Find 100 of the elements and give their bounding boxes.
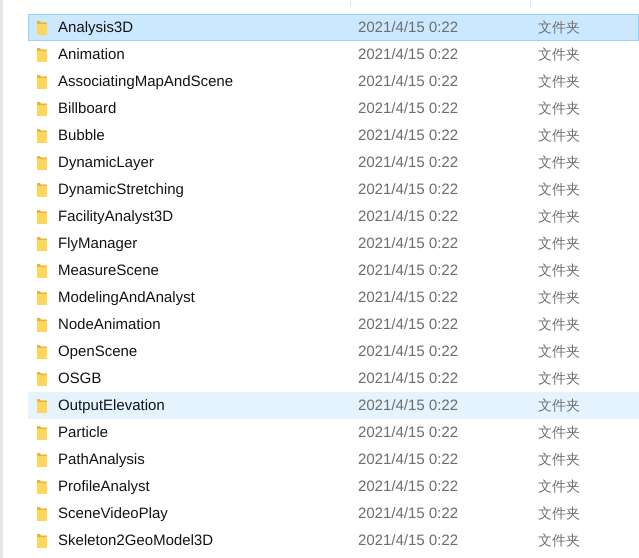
file-name: FlyManager bbox=[58, 235, 138, 252]
file-type: 文件夹 bbox=[538, 478, 580, 496]
file-type: 文件夹 bbox=[538, 316, 580, 334]
modified-date: 2021/4/15 0:22 bbox=[358, 397, 458, 414]
file-name: Skeleton2GeoModel3D bbox=[58, 532, 214, 549]
folder-icon bbox=[36, 154, 48, 170]
folder-icon bbox=[36, 452, 48, 468]
modified-date: 2021/4/15 0:22 bbox=[358, 451, 458, 468]
file-type: 文件夹 bbox=[538, 126, 580, 144]
file-type: 文件夹 bbox=[538, 370, 580, 388]
folder-icon bbox=[36, 398, 48, 414]
file-name: Bubble bbox=[58, 127, 105, 144]
folder-icon bbox=[36, 46, 48, 62]
file-name: PathAnalysis bbox=[58, 451, 145, 468]
folder-icon bbox=[36, 532, 48, 548]
folder-icon bbox=[36, 262, 48, 278]
file-row[interactable]: NodeAnimation 2021/4/15 0:22 文件夹 bbox=[28, 311, 639, 338]
modified-date: 2021/4/15 0:22 bbox=[358, 127, 458, 144]
folder-icon bbox=[36, 74, 48, 90]
modified-date: 2021/4/15 0:22 bbox=[358, 316, 458, 333]
file-type: 文件夹 bbox=[538, 396, 580, 414]
folder-icon bbox=[36, 182, 48, 198]
file-row[interactable]: ProfileAnalyst 2021/4/15 0:22 文件夹 bbox=[28, 473, 639, 500]
modified-date: 2021/4/15 0:22 bbox=[358, 424, 458, 441]
folder-icon bbox=[36, 20, 48, 36]
file-type: 文件夹 bbox=[538, 288, 580, 306]
file-row[interactable]: OpenScene 2021/4/15 0:22 文件夹 bbox=[28, 338, 639, 365]
modified-date: 2021/4/15 0:22 bbox=[358, 478, 458, 495]
file-name: DynamicLayer bbox=[58, 154, 154, 171]
folder-icon bbox=[36, 370, 48, 386]
file-name: Animation bbox=[58, 46, 125, 63]
file-name: OSGB bbox=[58, 370, 102, 387]
modified-date: 2021/4/15 0:22 bbox=[358, 181, 458, 198]
modified-date: 2021/4/15 0:22 bbox=[358, 532, 458, 549]
file-row[interactable]: Animation 2021/4/15 0:22 文件夹 bbox=[28, 41, 639, 68]
modified-date: 2021/4/15 0:22 bbox=[358, 100, 458, 117]
file-type: 文件夹 bbox=[538, 208, 580, 226]
modified-date: 2021/4/15 0:22 bbox=[358, 154, 458, 171]
file-name: NodeAnimation bbox=[58, 316, 161, 333]
file-row[interactable]: PathAnalysis 2021/4/15 0:22 文件夹 bbox=[28, 446, 639, 473]
folder-icon bbox=[36, 506, 48, 522]
file-row[interactable]: DynamicLayer 2021/4/15 0:22 文件夹 bbox=[28, 149, 639, 176]
modified-date: 2021/4/15 0:22 bbox=[358, 19, 458, 36]
file-name: AssociatingMapAndScene bbox=[58, 73, 234, 90]
modified-date: 2021/4/15 0:22 bbox=[358, 343, 458, 360]
file-name: ProfileAnalyst bbox=[58, 478, 150, 495]
file-row[interactable]: AssociatingMapAndScene 2021/4/15 0:22 文件夹 bbox=[28, 68, 639, 95]
file-type: 文件夹 bbox=[538, 504, 580, 522]
file-type: 文件夹 bbox=[538, 450, 580, 468]
file-name: Analysis3D bbox=[58, 19, 134, 36]
file-type: 文件夹 bbox=[538, 342, 580, 360]
file-type: 文件夹 bbox=[538, 262, 580, 280]
file-type: 文件夹 bbox=[538, 234, 580, 252]
folder-icon bbox=[36, 424, 48, 440]
modified-date: 2021/4/15 0:22 bbox=[358, 370, 458, 387]
file-row[interactable]: OutputElevation 2021/4/15 0:22 文件夹 bbox=[28, 392, 639, 419]
modified-date: 2021/4/15 0:22 bbox=[358, 46, 458, 63]
file-row[interactable]: FlyManager 2021/4/15 0:22 文件夹 bbox=[28, 230, 639, 257]
file-type: 文件夹 bbox=[538, 18, 580, 36]
modified-date: 2021/4/15 0:22 bbox=[358, 262, 458, 279]
file-row[interactable]: DynamicStretching 2021/4/15 0:22 文件夹 bbox=[28, 176, 639, 203]
modified-date: 2021/4/15 0:22 bbox=[358, 235, 458, 252]
file-row[interactable]: MeasureScene 2021/4/15 0:22 文件夹 bbox=[28, 257, 639, 284]
modified-date: 2021/4/15 0:22 bbox=[358, 208, 458, 225]
file-row[interactable]: Bubble 2021/4/15 0:22 文件夹 bbox=[28, 122, 639, 149]
folder-icon bbox=[36, 290, 48, 306]
file-name: Particle bbox=[58, 424, 108, 441]
file-row[interactable]: Billboard 2021/4/15 0:22 文件夹 bbox=[28, 95, 639, 122]
file-row[interactable]: SceneVideoPlay 2021/4/15 0:22 文件夹 bbox=[28, 500, 639, 527]
file-type: 文件夹 bbox=[538, 424, 580, 442]
file-row[interactable]: OSGB 2021/4/15 0:22 文件夹 bbox=[28, 365, 639, 392]
folder-icon bbox=[36, 128, 48, 144]
file-type: 文件夹 bbox=[538, 532, 580, 550]
file-name: OpenScene bbox=[58, 343, 138, 360]
folder-icon bbox=[36, 478, 48, 494]
file-row[interactable]: ModelingAndAnalyst 2021/4/15 0:22 文件夹 bbox=[28, 284, 639, 311]
file-name: ModelingAndAnalyst bbox=[58, 289, 195, 306]
file-name: MeasureScene bbox=[58, 262, 159, 279]
file-type: 文件夹 bbox=[538, 72, 580, 90]
file-type: 文件夹 bbox=[538, 46, 580, 64]
file-row[interactable]: Analysis3D 2021/4/15 0:22 文件夹 bbox=[28, 14, 639, 41]
file-name: OutputElevation bbox=[58, 397, 165, 414]
file-name: SceneVideoPlay bbox=[58, 505, 168, 522]
folder-icon bbox=[36, 208, 48, 224]
file-row[interactable]: Skeleton2GeoModel3D 2021/4/15 0:22 文件夹 bbox=[28, 527, 639, 554]
folder-icon bbox=[36, 316, 48, 332]
file-row[interactable]: Particle 2021/4/15 0:22 文件夹 bbox=[28, 419, 639, 446]
file-type: 文件夹 bbox=[538, 180, 580, 198]
folder-icon bbox=[36, 100, 48, 116]
file-name: Billboard bbox=[58, 100, 116, 117]
file-row[interactable]: FacilityAnalyst3D 2021/4/15 0:22 文件夹 bbox=[28, 203, 639, 230]
modified-date: 2021/4/15 0:22 bbox=[358, 505, 458, 522]
file-type: 文件夹 bbox=[538, 100, 580, 118]
file-name: FacilityAnalyst3D bbox=[58, 208, 174, 225]
modified-date: 2021/4/15 0:22 bbox=[358, 73, 458, 90]
folder-icon bbox=[36, 344, 48, 360]
modified-date: 2021/4/15 0:22 bbox=[358, 289, 458, 306]
file-name: DynamicStretching bbox=[58, 181, 184, 198]
file-type: 文件夹 bbox=[538, 154, 580, 172]
folder-icon bbox=[36, 236, 48, 252]
